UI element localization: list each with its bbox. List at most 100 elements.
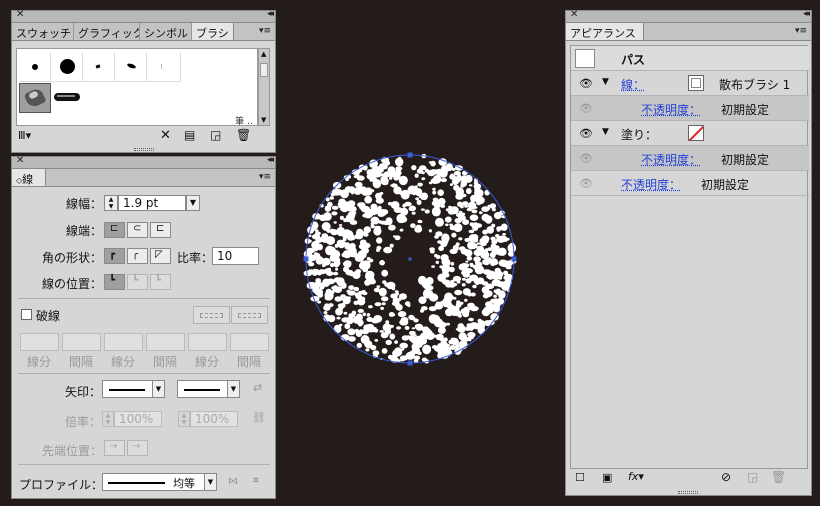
brush-calligraphic-large[interactable]: [51, 52, 83, 82]
stroke-opacity-label[interactable]: 不透明度：: [641, 101, 701, 118]
scatter-brush-circle[interactable]: [300, 148, 520, 368]
fill-opacity-label[interactable]: 不透明度：: [641, 151, 701, 168]
dash-1-input[interactable]: [20, 333, 59, 351]
add-fill-icon[interactable]: ▣: [602, 471, 612, 484]
resize-grip[interactable]: [134, 148, 154, 151]
stroke-label[interactable]: 線：: [621, 76, 645, 93]
dash-preserve-button[interactable]: [193, 306, 230, 324]
scale-start-input[interactable]: 100%: [114, 411, 162, 427]
bevel-join-button[interactable]: ◸: [150, 248, 171, 264]
tab-swatches[interactable]: スウォッチ: [12, 23, 74, 40]
opacity-row[interactable]: 👁 不透明度： 初期設定: [571, 171, 809, 196]
delete-icon[interactable]: 🗑: [771, 470, 786, 484]
brush-pattern[interactable]: [51, 83, 83, 113]
fill-row[interactable]: 👁 ▼ 塗り：: [571, 121, 809, 146]
align-center-button[interactable]: ┗: [104, 274, 125, 290]
stroke-panel-tabs: ◇線 ▾≡: [12, 169, 275, 187]
remove-stroke-icon[interactable]: ✕: [160, 128, 171, 143]
expand-triangle-icon[interactable]: ▼: [602, 127, 609, 137]
appearance-panel-titlebar[interactable]: ✕ ◂◂: [566, 9, 811, 23]
scatter-dot: [401, 320, 407, 325]
brush-scatter[interactable]: [19, 83, 51, 113]
profile-select[interactable]: 均等 ▼: [102, 473, 217, 491]
scale-start-stepper[interactable]: ▲ ▼: [102, 411, 114, 427]
close-icon[interactable]: ✕: [16, 9, 24, 20]
fill-opacity-row[interactable]: 👁 不透明度： 初期設定: [571, 146, 809, 171]
options-icon[interactable]: ▤: [184, 128, 195, 142]
link-scale-icon[interactable]: ⛓: [252, 411, 266, 424]
object-row[interactable]: パス: [571, 46, 809, 71]
close-icon[interactable]: ✕: [16, 155, 24, 166]
tab-appearance[interactable]: アピアランス: [566, 23, 644, 40]
weight-input[interactable]: 1.9 pt: [118, 195, 186, 211]
round-join-button[interactable]: ╭: [127, 248, 148, 264]
scatter-dot: [466, 256, 473, 261]
dash-3-input[interactable]: [188, 333, 227, 351]
scale-end-input[interactable]: 100%: [190, 411, 238, 427]
gap-3-input[interactable]: [230, 333, 269, 351]
clear-appearance-icon[interactable]: ⊘: [721, 470, 731, 484]
fx-icon[interactable]: fx▾: [628, 470, 644, 483]
close-icon[interactable]: ✕: [570, 9, 578, 20]
panel-menu-icon[interactable]: ▾≡: [259, 172, 271, 182]
visibility-eye-icon[interactable]: 👁: [579, 127, 593, 140]
brush-library-icon[interactable]: Ⅲ▾: [18, 129, 31, 142]
gap-2-input[interactable]: [146, 333, 185, 351]
tip-place-button[interactable]: →: [127, 440, 148, 456]
butt-cap-button[interactable]: ⊏: [104, 222, 125, 238]
tip-extend-button[interactable]: →: [104, 440, 125, 456]
scatter-dot: [461, 283, 466, 287]
align-inside-button[interactable]: ┗: [127, 274, 148, 290]
brush-art-2[interactable]: [115, 52, 147, 82]
brush-art-1[interactable]: [83, 52, 115, 82]
swap-arrows-icon[interactable]: ⇄: [253, 381, 262, 394]
visibility-eye-icon[interactable]: 👁: [579, 177, 593, 190]
tab-brushes[interactable]: ブラシ: [192, 23, 234, 40]
expand-triangle-icon[interactable]: ▼: [602, 77, 609, 87]
stroke-swatch[interactable]: [688, 75, 704, 91]
panel-menu-icon[interactable]: ▾≡: [259, 26, 271, 36]
visibility-eye-icon[interactable]: 👁: [579, 77, 593, 90]
collapse-icon[interactable]: ◂◂: [267, 9, 274, 19]
dash-align-button[interactable]: [231, 306, 268, 324]
scale-end-stepper[interactable]: ▲ ▼: [178, 411, 190, 427]
tab-symbols[interactable]: シンボル: [140, 23, 192, 40]
miter-join-button[interactable]: ┏: [104, 248, 125, 264]
limit-input[interactable]: 10: [212, 247, 259, 265]
flip-horizontal-icon[interactable]: ⋈: [228, 476, 238, 487]
arrow-start-select[interactable]: ▼: [102, 380, 165, 398]
weight-dropdown[interactable]: ▼: [186, 195, 200, 211]
collapse-icon[interactable]: ◂◂: [267, 155, 274, 165]
panel-menu-icon[interactable]: ▾≡: [795, 26, 807, 36]
resize-grip[interactable]: [678, 491, 698, 494]
stroke-opacity-row[interactable]: 👁 不透明度： 初期設定: [571, 96, 809, 121]
opacity-label[interactable]: 不透明度：: [621, 176, 681, 193]
duplicate-item-icon[interactable]: ◲: [747, 470, 758, 484]
visibility-eye-icon[interactable]: 👁: [579, 102, 593, 115]
projecting-cap-button[interactable]: ⊏: [150, 222, 171, 238]
round-cap-button[interactable]: ⊂: [127, 222, 148, 238]
arrow-end-select[interactable]: ▼: [177, 380, 240, 398]
brush-calligraphic-small[interactable]: [19, 52, 51, 82]
flip-vertical-icon[interactable]: ⩧: [253, 475, 259, 486]
tab-graphic-styles[interactable]: グラフィック: [74, 23, 140, 40]
gap-1-input[interactable]: [62, 333, 101, 351]
visibility-eye-icon[interactable]: 👁: [579, 152, 593, 165]
align-outside-button[interactable]: ┗: [150, 274, 171, 290]
delete-icon[interactable]: 🗑: [236, 128, 251, 142]
brush-panel-titlebar[interactable]: ✕ ◂◂: [12, 9, 275, 23]
brush-art-3[interactable]: [147, 52, 181, 82]
weight-stepper[interactable]: ▲ ▼: [104, 195, 118, 211]
scrollbar[interactable]: ▲ ▼: [258, 48, 270, 126]
collapse-icon[interactable]: ◂◂: [803, 9, 810, 19]
fill-none-swatch[interactable]: [688, 125, 704, 141]
fill-label[interactable]: 塗り：: [621, 126, 657, 143]
add-stroke-icon[interactable]: ☐: [575, 471, 585, 484]
stroke-row[interactable]: 👁 ▼ 線： 散布ブラシ 1: [571, 71, 809, 96]
tab-stroke[interactable]: ◇線: [12, 169, 46, 186]
new-brush-icon[interactable]: ◲: [210, 128, 221, 142]
scatter-dot: [314, 229, 319, 232]
dashed-checkbox[interactable]: [21, 309, 32, 320]
dash-2-input[interactable]: [104, 333, 143, 351]
stroke-panel-titlebar[interactable]: ✕ ◂◂: [12, 155, 275, 169]
